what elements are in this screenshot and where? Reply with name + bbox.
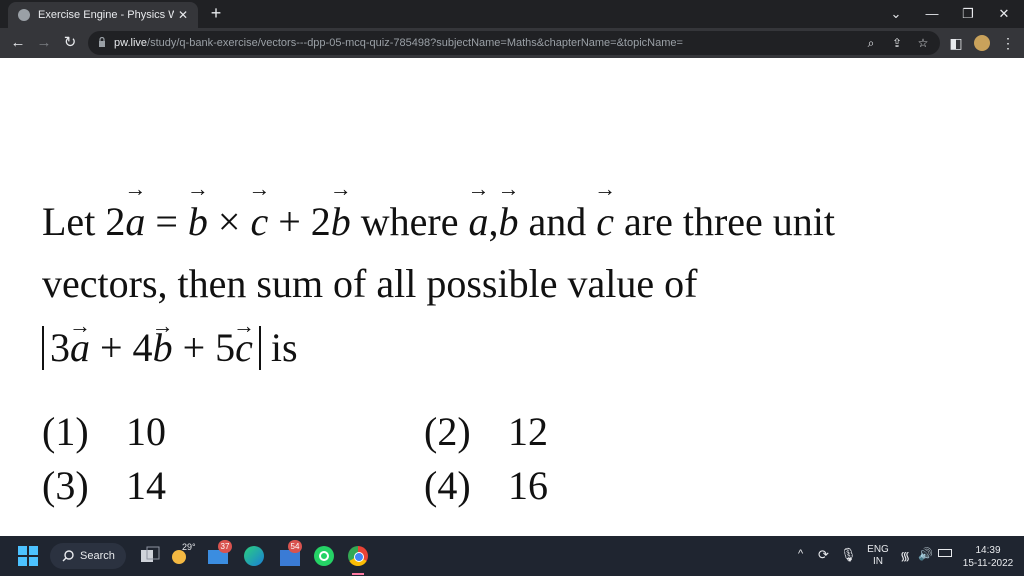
profile-avatar-icon[interactable]: [970, 31, 994, 55]
question-line-3: 3a + 4b + 5c is: [42, 324, 298, 371]
tab-strip: Exercise Engine - Physics Wallah ✕ + ⌄ —…: [0, 0, 1024, 28]
question-line-1: Let 2a = b × c + 2b where a,b and c are …: [42, 198, 835, 245]
lock-icon: [99, 37, 105, 47]
browser-tab[interactable]: Exercise Engine - Physics Wallah ✕: [8, 2, 198, 28]
tab-search-icon[interactable]: ⌄: [878, 0, 914, 28]
search-icon: [62, 550, 74, 562]
browser-toolbar: ← → ↻ pw.live/study/q-bank-exercise/vect…: [0, 28, 1024, 58]
weather-temp: 29°: [182, 542, 196, 552]
mail-icon[interactable]: 37: [206, 540, 232, 568]
forward-icon[interactable]: →: [32, 31, 56, 55]
battery-icon[interactable]: [938, 549, 952, 560]
new-tab-button[interactable]: +: [206, 2, 226, 24]
option-2[interactable]: (2) 12: [424, 408, 548, 455]
url-text: pw.live/study/q-bank-exercise/vectors---…: [114, 31, 683, 55]
magnitude-bars: 3a + 4b + 5c: [42, 326, 261, 370]
clock-time: 14:39: [975, 545, 1001, 556]
window-close-icon[interactable]: ✕: [986, 0, 1022, 28]
language-indicator[interactable]: ENG IN: [864, 544, 892, 568]
address-bar[interactable]: pw.live/study/q-bank-exercise/vectors---…: [88, 31, 940, 55]
tab-title: Exercise Engine - Physics Wallah: [38, 9, 174, 21]
menu-kebab-icon[interactable]: ⋮: [996, 31, 1020, 55]
url-host: pw.live: [114, 37, 148, 49]
share-icon[interactable]: ⇪: [888, 34, 906, 52]
back-icon[interactable]: ←: [6, 31, 30, 55]
mail-badge: 37: [218, 540, 232, 553]
url-path: /study/q-bank-exercise/vectors---dpp-05-…: [147, 37, 683, 49]
store-badge: 54: [288, 540, 302, 553]
clock-date: 15-11-2022: [962, 558, 1014, 569]
option-3[interactable]: (3) 14: [42, 462, 166, 509]
windows-start-icon[interactable]: [16, 544, 40, 568]
store-icon[interactable]: 54: [278, 540, 302, 568]
minimize-icon[interactable]: —: [914, 0, 950, 28]
task-view-icon[interactable]: [138, 544, 162, 568]
weather-widget-icon[interactable]: 29°: [170, 542, 196, 568]
reload-icon[interactable]: ↻: [58, 31, 82, 55]
taskbar-search[interactable]: Search: [50, 543, 126, 569]
sync-icon[interactable]: ⟳: [818, 547, 829, 563]
windows-taskbar: Search 29° 37 54 ^ ⟳ 🎙 ENG IN ᯾ 🔊 14:39 …: [0, 536, 1024, 576]
tab-close-icon[interactable]: ✕: [174, 8, 192, 22]
option-4[interactable]: (4) 16: [424, 462, 548, 509]
edge-browser-icon[interactable]: [242, 544, 266, 568]
site-favicon-icon: [18, 9, 30, 21]
restore-icon[interactable]: ❐: [950, 0, 986, 28]
microphone-icon[interactable]: 🎙: [840, 547, 857, 563]
volume-icon[interactable]: 🔊: [918, 547, 933, 561]
page-content: Let 2a = b × c + 2b where a,b and c are …: [0, 58, 1024, 536]
option-1[interactable]: (1) 10: [42, 408, 166, 455]
question-line-2: vectors, then sum of all possible value …: [42, 261, 698, 306]
wifi-icon[interactable]: ᯾: [900, 547, 910, 564]
tray-overflow-icon[interactable]: ^: [798, 548, 803, 560]
zoom-icon[interactable]: ⌕: [862, 34, 880, 52]
bookmark-star-icon[interactable]: ☆: [914, 34, 932, 52]
whatsapp-icon[interactable]: [312, 544, 336, 568]
side-panel-icon[interactable]: ◧: [944, 31, 968, 55]
chrome-icon[interactable]: [346, 544, 370, 575]
search-label: Search: [80, 550, 115, 562]
clock[interactable]: 14:39 15-11-2022: [958, 544, 1018, 570]
